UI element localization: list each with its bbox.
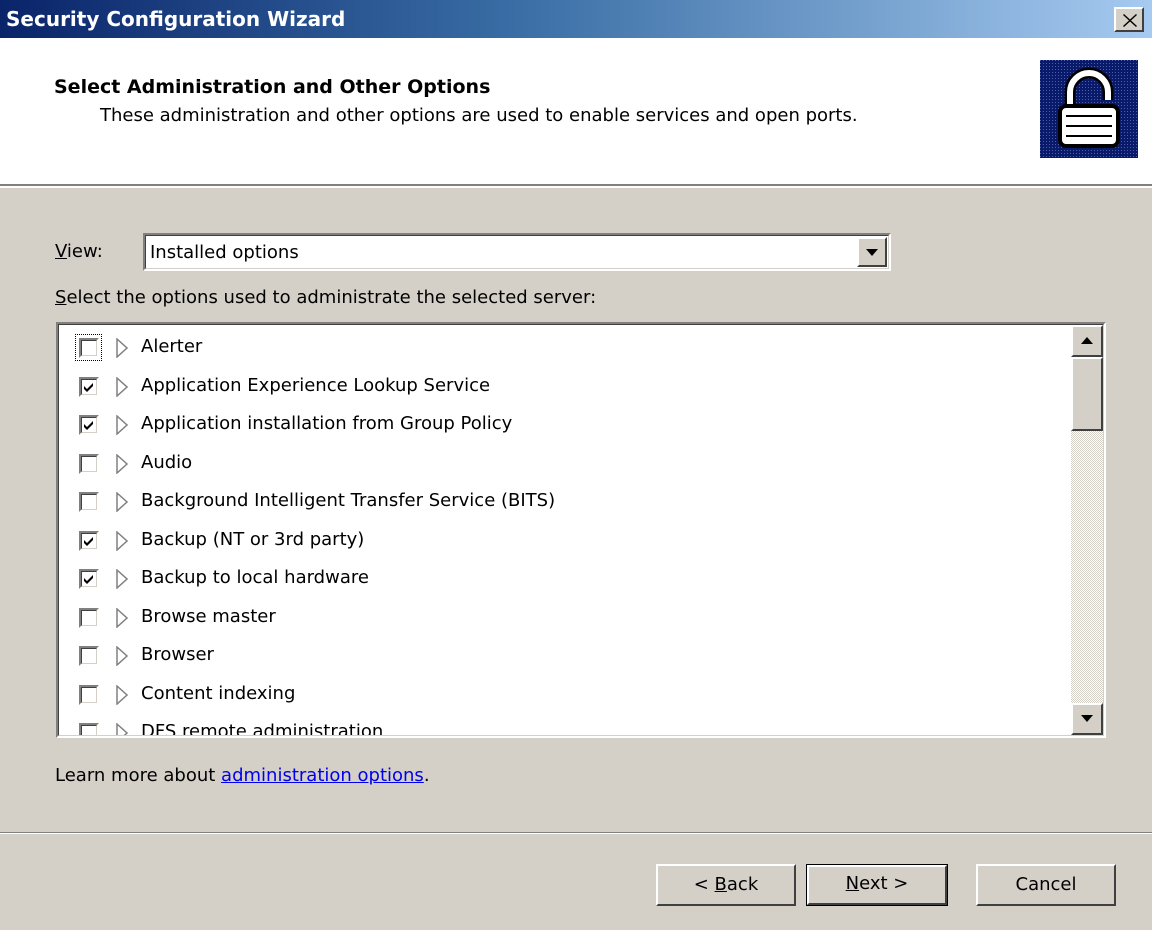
expand-arrow-icon[interactable]	[115, 569, 129, 589]
option-label: Audio	[141, 451, 193, 473]
list-item[interactable]: Backup to local hardware	[59, 562, 1069, 601]
expand-arrow-icon[interactable]	[115, 530, 129, 551]
scroll-down-icon	[1081, 715, 1093, 722]
header-divider	[0, 186, 1152, 188]
options-items: Alerter Application Experience Lookup Ser…	[59, 331, 1069, 736]
vertical-scrollbar[interactable]	[1071, 325, 1103, 735]
option-checkbox[interactable]	[79, 569, 99, 589]
option-checkbox[interactable]	[79, 646, 99, 666]
window-title: Security Configuration Wizard	[6, 7, 346, 31]
list-item[interactable]: Application Experience Lookup Service	[59, 370, 1069, 409]
list-item[interactable]: Browse master	[59, 601, 1069, 640]
list-item[interactable]: Application installation from Group Poli…	[59, 408, 1069, 447]
page-subtitle: These administration and other options a…	[100, 105, 858, 126]
expand-arrow-icon[interactable]	[115, 376, 129, 397]
close-icon	[1123, 14, 1137, 27]
expand-arrow-icon[interactable]	[115, 492, 129, 512]
wizard-window: Security Configuration Wizard Select Adm…	[0, 0, 1152, 930]
scroll-up-button[interactable]	[1071, 325, 1103, 357]
padlock-icon	[1040, 60, 1138, 158]
expand-arrow-icon[interactable]	[115, 338, 129, 358]
expand-arrow-icon[interactable]	[115, 646, 129, 666]
list-item[interactable]: DFS remote administration	[59, 716, 1069, 736]
option-label: Content indexing	[141, 682, 296, 704]
option-label: Alerter	[141, 336, 203, 357]
expand-arrow-icon[interactable]	[115, 607, 129, 628]
scrollbar-thumb[interactable]	[1071, 357, 1103, 431]
option-checkbox[interactable]	[79, 415, 99, 435]
list-item[interactable]: Browser	[59, 639, 1069, 678]
option-label: Browse master	[141, 605, 276, 627]
expand-arrow-icon[interactable]	[115, 453, 129, 474]
option-checkbox[interactable]	[79, 530, 99, 551]
cancel-button[interactable]: Cancel	[976, 864, 1116, 906]
view-dropdown-value: Installed options	[150, 242, 299, 263]
options-list[interactable]: Alerter Application Experience Lookup Ser…	[56, 322, 1106, 738]
list-item[interactable]: Audio	[59, 447, 1069, 486]
options-list-label: Select the options used to administrate …	[55, 287, 597, 308]
expand-arrow-icon[interactable]	[115, 415, 129, 435]
list-item[interactable]: Background Intelligent Transfer Service …	[59, 485, 1069, 524]
option-checkbox[interactable]	[79, 492, 99, 512]
list-item[interactable]: Backup (NT or 3rd party)	[59, 524, 1069, 563]
view-label: View:	[55, 241, 103, 262]
option-checkbox[interactable]	[79, 723, 99, 735]
chevron-down-icon	[866, 249, 878, 256]
option-label: Application Experience Lookup Service	[141, 374, 491, 396]
back-button[interactable]: < Back	[656, 864, 796, 906]
option-checkbox[interactable]	[79, 338, 99, 358]
option-label: DFS remote administration	[141, 721, 384, 736]
next-button[interactable]: Next >	[806, 864, 948, 906]
wizard-header: Select Administration and Other Options …	[0, 38, 1152, 186]
title-bar[interactable]: Security Configuration Wizard	[0, 0, 1152, 38]
option-label: Background Intelligent Transfer Service …	[141, 490, 556, 511]
option-label: Backup to local hardware	[141, 567, 369, 588]
checkmark-icon	[84, 382, 93, 392]
list-item[interactable]: Content indexing	[59, 678, 1069, 717]
option-label: Backup (NT or 3rd party)	[141, 528, 365, 550]
scroll-down-button[interactable]	[1071, 703, 1103, 735]
page-title: Select Administration and Other Options	[54, 76, 491, 98]
option-checkbox[interactable]	[79, 684, 99, 705]
scroll-up-icon	[1081, 337, 1093, 344]
close-button[interactable]	[1114, 7, 1144, 32]
option-label: Browser	[141, 644, 214, 665]
checkmark-icon	[84, 575, 93, 584]
checkmark-icon	[84, 421, 93, 430]
checkmark-icon	[84, 536, 93, 546]
learn-more-text: Learn more about administration options.	[55, 765, 430, 786]
view-dropdown[interactable]: Installed options	[143, 233, 891, 271]
administration-options-link[interactable]: administration options	[221, 765, 424, 786]
dropdown-button[interactable]	[857, 237, 887, 267]
option-checkbox[interactable]	[79, 607, 99, 628]
list-item[interactable]: Alerter	[59, 331, 1069, 370]
expand-arrow-icon[interactable]	[115, 723, 129, 736]
option-label: Application installation from Group Poli…	[141, 413, 513, 434]
option-checkbox[interactable]	[79, 376, 99, 397]
option-checkbox[interactable]	[79, 453, 99, 474]
expand-arrow-icon[interactable]	[115, 684, 129, 705]
